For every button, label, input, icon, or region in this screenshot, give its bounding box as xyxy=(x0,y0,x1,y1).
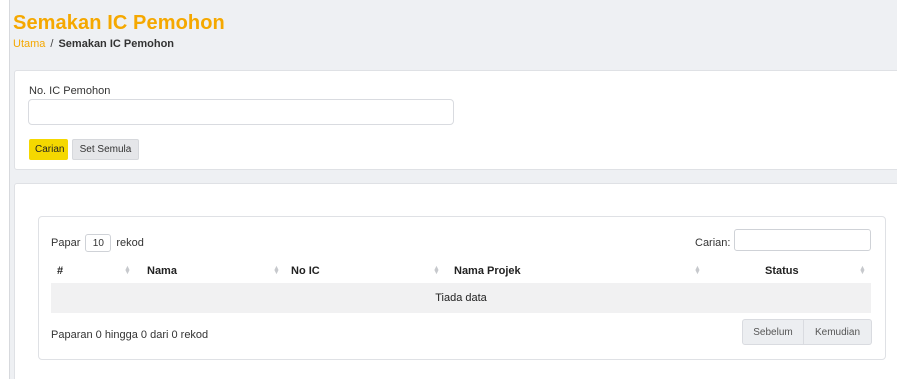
page-length-suffix: rekod xyxy=(116,237,144,249)
column-header-nama-projek[interactable]: Nama Projek xyxy=(454,265,521,277)
sidebar-edge xyxy=(0,0,10,379)
column-header-index[interactable]: # xyxy=(57,265,63,277)
breadcrumb-current: Semakan IC Pemohon xyxy=(58,38,175,50)
results-card: Papar 10 rekod Carian: # ▲ ▼ Nama ▲ ▼ No I… xyxy=(14,183,897,379)
column-header-status[interactable]: Status xyxy=(765,265,799,277)
sort-arrows-icon: ▲ ▼ xyxy=(859,265,866,276)
table-empty-row: Tiada data xyxy=(51,283,871,313)
ic-input[interactable] xyxy=(28,99,454,125)
reset-button[interactable]: Set Semula xyxy=(72,139,139,160)
table-search-input[interactable] xyxy=(734,229,871,251)
sort-arrows-icon: ▲ ▼ xyxy=(124,265,131,276)
table-header: # ▲ ▼ Nama ▲ ▼ No IC ▲ ▼ Nama Projek ▲ ▼ Sta… xyxy=(51,259,871,283)
ic-field-label: No. IC Pemohon xyxy=(29,85,111,97)
table-info: Paparan 0 hingga 0 dari 0 rekod xyxy=(51,329,209,341)
datatable: Papar 10 rekod Carian: # ▲ ▼ Nama ▲ ▼ No I… xyxy=(38,216,886,360)
breadcrumb-separator: / xyxy=(50,38,54,50)
breadcrumb: Utama / Semakan IC Pemohon xyxy=(13,38,174,50)
sort-arrows-icon: ▲ ▼ xyxy=(694,265,701,276)
table-search-label: Carian: xyxy=(695,237,731,249)
column-header-no-ic[interactable]: No IC xyxy=(291,265,320,277)
breadcrumb-home-link[interactable]: Utama xyxy=(13,38,45,50)
page-content: Semakan IC Pemohon Utama / Semakan IC Pe… xyxy=(11,0,897,379)
previous-page-button[interactable]: Sebelum xyxy=(742,319,804,345)
column-header-nama[interactable]: Nama xyxy=(147,265,177,277)
next-page-button[interactable]: Kemudian xyxy=(804,319,872,345)
page-title: Semakan IC Pemohon xyxy=(13,12,225,34)
page-length-prefix: Papar xyxy=(51,237,81,249)
filter-card: No. IC Pemohon Carian Set Semula xyxy=(14,70,897,170)
page-length-select[interactable]: 10 xyxy=(85,234,112,252)
sort-arrows-icon: ▲ ▼ xyxy=(433,265,440,276)
search-button[interactable]: Carian xyxy=(29,139,68,160)
page-length-control: Papar 10 rekod xyxy=(51,234,144,252)
sort-arrows-icon: ▲ ▼ xyxy=(273,265,280,276)
pagination: Sebelum Kemudian xyxy=(742,319,872,345)
